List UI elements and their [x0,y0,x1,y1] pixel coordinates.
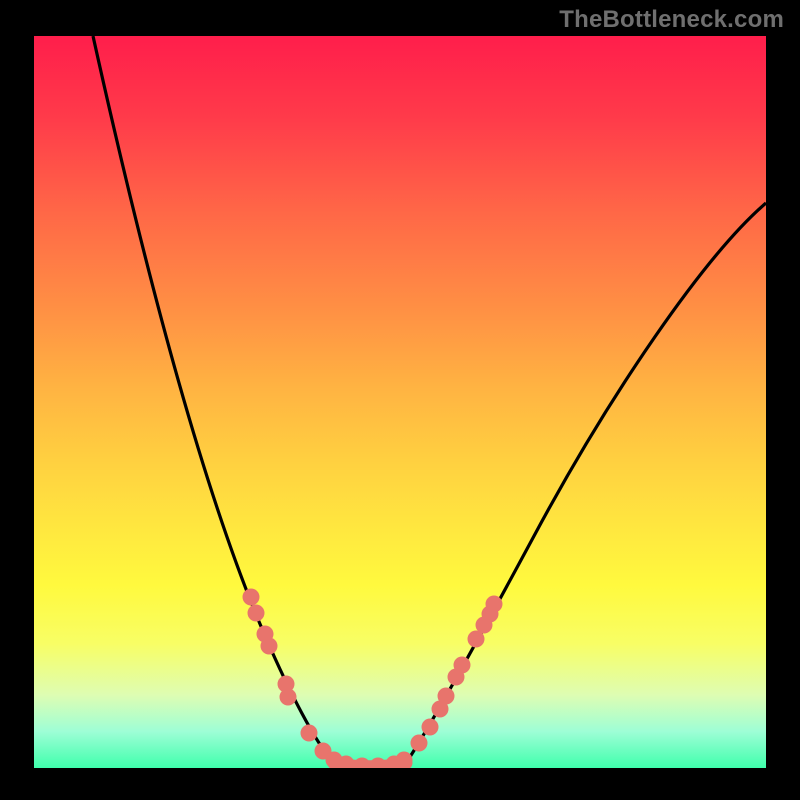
data-marker [486,596,503,613]
data-marker [422,719,439,736]
bottom-border [34,768,766,800]
chart-frame: TheBottleneck.com [0,0,800,800]
plot-area [34,36,766,768]
data-marker [396,752,413,769]
watermark-text: TheBottleneck.com [559,6,784,34]
data-marker [243,589,260,606]
curve-left [93,36,334,768]
data-marker [354,758,371,769]
data-marker [438,688,455,705]
data-marker [370,758,387,769]
data-marker [248,605,265,622]
data-marker [301,725,318,742]
data-marker [411,735,428,752]
data-marker [454,657,471,674]
marker-layer [243,589,503,769]
data-marker [261,638,278,655]
chart-svg [34,36,766,768]
data-marker [280,689,297,706]
